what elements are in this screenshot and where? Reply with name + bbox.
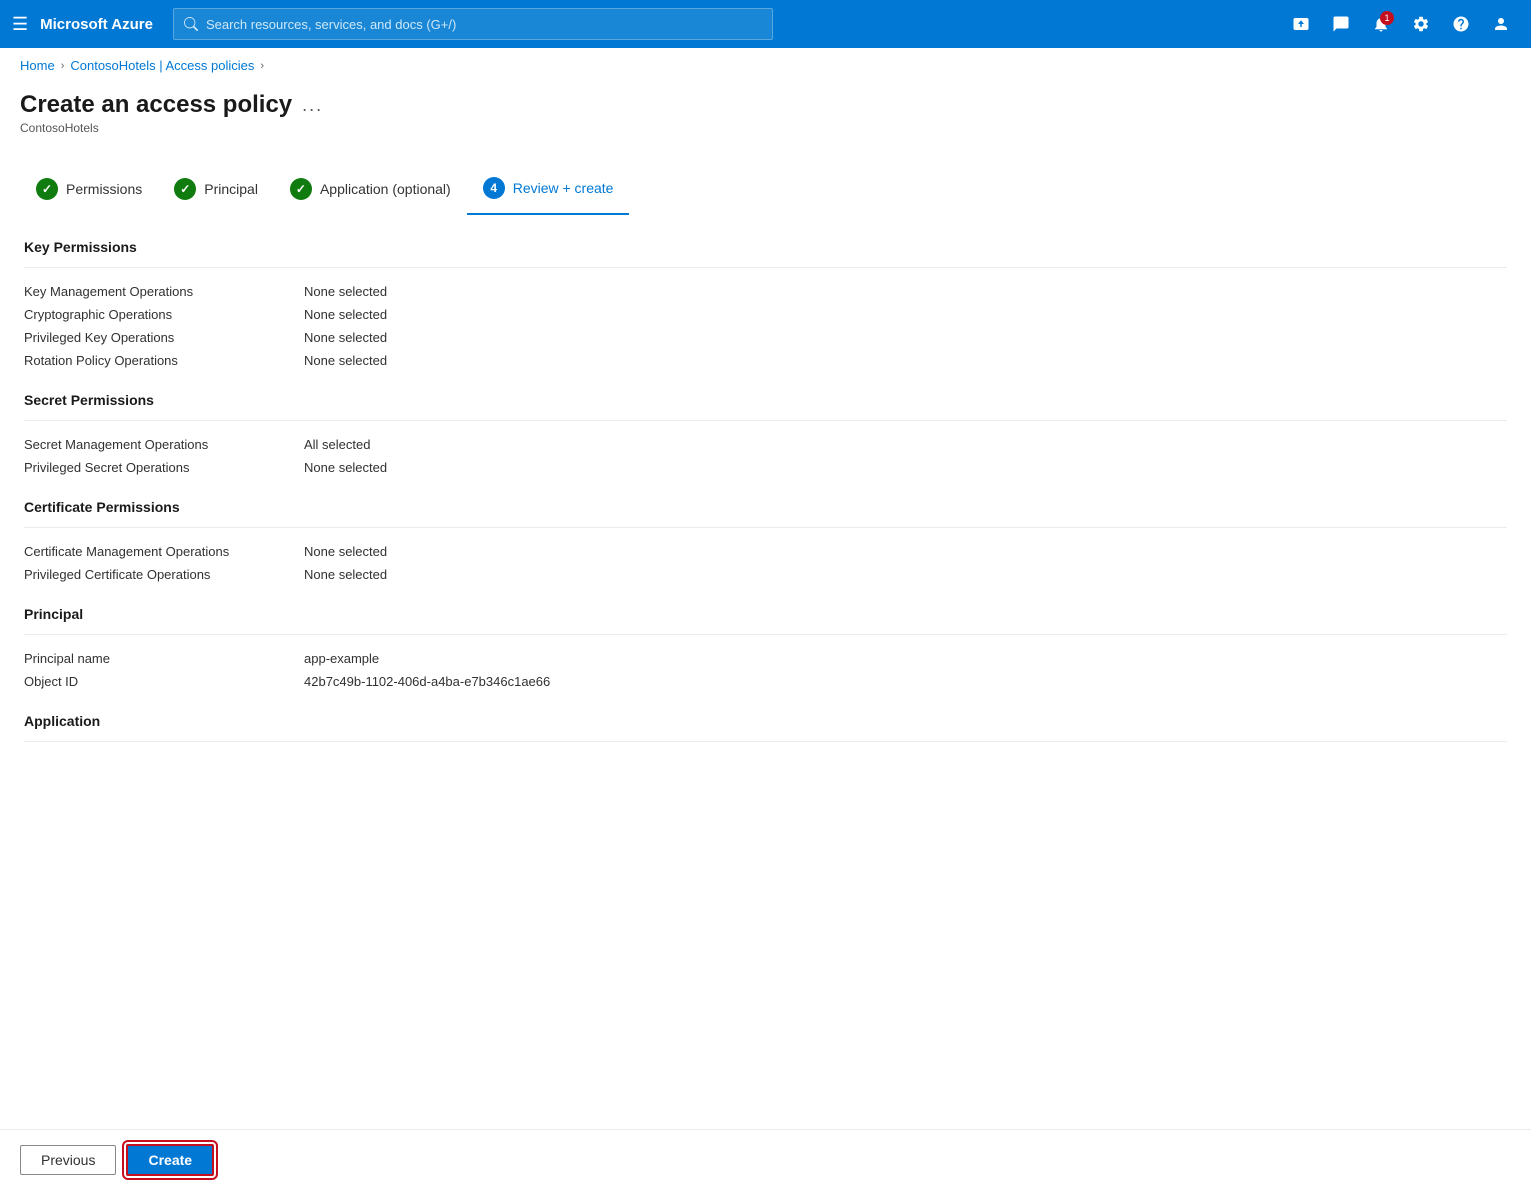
principal-name-value: app-example — [304, 651, 379, 666]
certificate-permissions-title: Certificate Permissions — [24, 499, 1507, 515]
step-permissions-label: Permissions — [66, 181, 142, 197]
page-title-menu[interactable]: ... — [302, 95, 323, 116]
rotation-policy-value: None selected — [304, 353, 387, 368]
secret-permissions-divider — [24, 420, 1507, 421]
step-permissions-icon: ✓ — [36, 178, 58, 200]
feedback-icon[interactable] — [1323, 6, 1359, 42]
cert-mgmt-row: Certificate Management Operations None s… — [24, 544, 1507, 559]
search-bar[interactable] — [173, 8, 773, 40]
page-subtitle: ContosoHotels — [20, 121, 1511, 135]
step-principal-label: Principal — [204, 181, 258, 197]
breadcrumb-access-policies[interactable]: ContosoHotels | Access policies — [70, 58, 254, 73]
principal-name-row: Principal name app-example — [24, 651, 1507, 666]
notification-badge: 1 — [1380, 11, 1394, 25]
search-icon — [184, 17, 198, 31]
breadcrumb-home[interactable]: Home — [20, 58, 55, 73]
cert-mgmt-value: None selected — [304, 544, 387, 559]
main-container: Home › ContosoHotels | Access policies ›… — [0, 48, 1531, 1189]
step-application-label: Application (optional) — [320, 181, 451, 197]
step-review-label: Review + create — [513, 180, 614, 196]
certificate-permissions-divider — [24, 527, 1507, 528]
secret-permissions-title: Secret Permissions — [24, 392, 1507, 408]
privileged-key-value: None selected — [304, 330, 387, 345]
privileged-cert-row: Privileged Certificate Operations None s… — [24, 567, 1507, 582]
search-input[interactable] — [206, 17, 762, 32]
breadcrumb-sep-2: › — [260, 60, 264, 72]
step-principal[interactable]: ✓ Principal — [158, 168, 274, 214]
content-area: Key Permissions Key Management Operation… — [0, 215, 1531, 782]
principal-divider — [24, 634, 1507, 635]
crypto-ops-label: Cryptographic Operations — [24, 307, 304, 322]
step-application-icon: ✓ — [290, 178, 312, 200]
top-navigation: ☰ Microsoft Azure 1 — [0, 0, 1531, 48]
notifications-icon[interactable]: 1 — [1363, 6, 1399, 42]
privileged-secret-label: Privileged Secret Operations — [24, 460, 304, 475]
wizard-steps: ✓ Permissions ✓ Principal ✓ Application … — [0, 151, 1531, 215]
hamburger-menu-icon[interactable]: ☰ — [12, 14, 28, 35]
object-id-row: Object ID 42b7c49b-1102-406d-a4ba-e7b346… — [24, 674, 1507, 689]
key-mgmt-row: Key Management Operations None selected — [24, 284, 1507, 299]
principal-name-label: Principal name — [24, 651, 304, 666]
page-header: Create an access policy ... ContosoHotel… — [0, 83, 1531, 151]
settings-icon[interactable] — [1403, 6, 1439, 42]
help-icon[interactable] — [1443, 6, 1479, 42]
step-application[interactable]: ✓ Application (optional) — [274, 168, 467, 214]
breadcrumb: Home › ContosoHotels | Access policies › — [0, 48, 1531, 83]
previous-button[interactable]: Previous — [20, 1145, 116, 1175]
object-id-value: 42b7c49b-1102-406d-a4ba-e7b346c1ae66 — [304, 674, 550, 689]
crypto-ops-value: None selected — [304, 307, 387, 322]
privileged-cert-value: None selected — [304, 567, 387, 582]
privileged-secret-row: Privileged Secret Operations None select… — [24, 460, 1507, 475]
page-title: Create an access policy — [20, 91, 292, 119]
footer-bar: Previous Create — [0, 1129, 1531, 1189]
key-permissions-title: Key Permissions — [24, 239, 1507, 255]
step-review[interactable]: 4 Review + create — [467, 167, 630, 215]
step-principal-icon: ✓ — [174, 178, 196, 200]
key-permissions-divider — [24, 267, 1507, 268]
key-mgmt-label: Key Management Operations — [24, 284, 304, 299]
cert-mgmt-label: Certificate Management Operations — [24, 544, 304, 559]
privileged-key-row: Privileged Key Operations None selected — [24, 330, 1507, 345]
cloud-shell-icon[interactable] — [1283, 6, 1319, 42]
create-button[interactable]: Create — [126, 1144, 214, 1176]
crypto-ops-row: Cryptographic Operations None selected — [24, 307, 1507, 322]
breadcrumb-sep-1: › — [61, 60, 65, 72]
secret-mgmt-label: Secret Management Operations — [24, 437, 304, 452]
step-review-icon: 4 — [483, 177, 505, 199]
application-title: Application — [24, 713, 1507, 729]
rotation-policy-label: Rotation Policy Operations — [24, 353, 304, 368]
principal-title: Principal — [24, 606, 1507, 622]
key-mgmt-value: None selected — [304, 284, 387, 299]
step-permissions[interactable]: ✓ Permissions — [20, 168, 158, 214]
rotation-policy-row: Rotation Policy Operations None selected — [24, 353, 1507, 368]
topnav-icons: 1 — [1283, 6, 1519, 42]
privileged-secret-value: None selected — [304, 460, 387, 475]
application-divider — [24, 741, 1507, 742]
object-id-label: Object ID — [24, 674, 304, 689]
privileged-cert-label: Privileged Certificate Operations — [24, 567, 304, 582]
privileged-key-label: Privileged Key Operations — [24, 330, 304, 345]
account-icon[interactable] — [1483, 6, 1519, 42]
secret-mgmt-row: Secret Management Operations All selecte… — [24, 437, 1507, 452]
secret-mgmt-value: All selected — [304, 437, 370, 452]
brand-logo: Microsoft Azure — [40, 16, 153, 33]
